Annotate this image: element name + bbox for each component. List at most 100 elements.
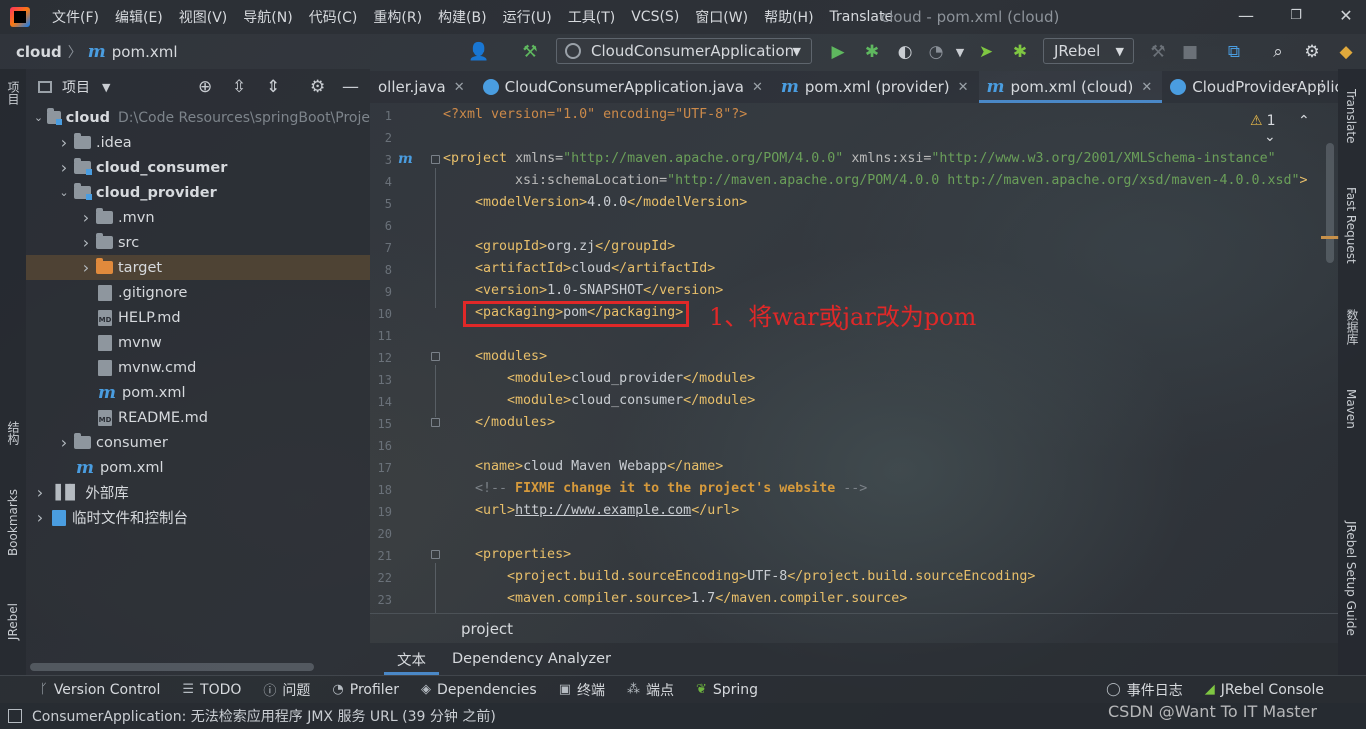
- close-tab-icon[interactable]: ✕: [454, 80, 465, 95]
- left-strip-structure[interactable]: 结构: [5, 421, 22, 445]
- menu-refactor[interactable]: 重构(R): [365, 7, 430, 27]
- minimize-icon[interactable]: —: [1236, 6, 1256, 25]
- tab-pom-provider[interactable]: m pom.xml (provider) ✕: [773, 71, 979, 103]
- terminal-button[interactable]: ▣ 终端: [549, 680, 617, 700]
- fold-marker-icon[interactable]: [431, 550, 440, 559]
- more-run-chevron-icon[interactable]: ▼: [950, 46, 970, 59]
- menu-navigate[interactable]: 导航(N): [235, 7, 300, 27]
- tab-pom-cloud[interactable]: m pom.xml (cloud) ✕: [978, 71, 1163, 103]
- tree-item[interactable]: › .mvn: [26, 205, 370, 230]
- debug-icon[interactable]: ✱: [862, 42, 882, 62]
- menu-vcs[interactable]: VCS(S): [623, 9, 687, 25]
- code-editor[interactable]: 1 2 3 4 5 6 7 8 9 10 11 12 13 14 15 16 17 18 19 20 21 22 23 m …: [370, 103, 1339, 613]
- tree-item[interactable]: m pom.xml: [26, 455, 370, 480]
- right-strip-database[interactable]: 数据库: [1344, 309, 1361, 345]
- tree-item[interactable]: MD README.md: [26, 405, 370, 430]
- tree-item[interactable]: .gitignore: [26, 280, 370, 305]
- expand-all-icon[interactable]: ⇳: [232, 77, 246, 97]
- status-message[interactable]: ConsumerApplication: 无法检索应用程序 JMX 服务 URL…: [32, 706, 496, 726]
- nav-file-crumb[interactable]: pom.xml: [112, 43, 178, 61]
- right-strip-fast-request[interactable]: Fast Request: [1344, 187, 1358, 264]
- jrebel-run-icon[interactable]: ➤: [976, 42, 996, 62]
- breadcrumb-project[interactable]: project: [461, 620, 513, 638]
- left-strip-project[interactable]: 项目: [5, 81, 22, 105]
- chevron-right-icon[interactable]: ›: [56, 433, 72, 452]
- status-square-icon[interactable]: [8, 709, 22, 723]
- tree-item[interactable]: m pom.xml: [26, 380, 370, 405]
- right-strip-jrebel-guide[interactable]: JRebel Setup Guide: [1344, 521, 1358, 636]
- fold-marker-icon[interactable]: [431, 155, 440, 164]
- run-config-select[interactable]: CloudConsumerApplication ▼: [556, 38, 812, 64]
- right-strip-translate[interactable]: Translate: [1344, 89, 1358, 144]
- chevron-right-icon[interactable]: ›: [32, 483, 48, 502]
- maven-gutter-icon[interactable]: m: [398, 151, 413, 167]
- tab-dependency-analyzer[interactable]: Dependency Analyzer: [439, 643, 624, 675]
- tree-item[interactable]: › cloud_consumer: [26, 155, 370, 180]
- run-icon[interactable]: ▶: [828, 42, 848, 62]
- coverage-icon[interactable]: ◐: [895, 42, 915, 62]
- locate-crosshair-icon[interactable]: ⊕: [198, 77, 212, 97]
- left-strip-jrebel[interactable]: JRebel: [6, 603, 20, 640]
- chevron-right-icon[interactable]: ›: [78, 233, 94, 252]
- profiler-button[interactable]: ◔ Profiler: [322, 682, 411, 698]
- chevron-right-icon[interactable]: ›: [56, 158, 72, 177]
- spring-button[interactable]: ❦ Spring: [686, 682, 770, 698]
- tabs-chevron-down-icon[interactable]: ⌄: [1285, 77, 1298, 95]
- event-log-button[interactable]: ◯ 事件日志: [1096, 680, 1195, 700]
- more-vertical-icon[interactable]: ⋮: [1315, 77, 1330, 95]
- todo-button[interactable]: ☰ TODO: [172, 682, 253, 698]
- fold-marker-icon[interactable]: [431, 352, 440, 361]
- jrebel-select[interactable]: JRebel ▼: [1043, 38, 1134, 64]
- tab-cloud-provider-application[interactable]: CloudProviderApplicati: [1162, 71, 1338, 103]
- tree-item[interactable]: mvnw: [26, 330, 370, 355]
- chevron-right-icon[interactable]: ›: [78, 258, 94, 277]
- tree-item[interactable]: MD HELP.md: [26, 305, 370, 330]
- version-control-button[interactable]: ᚴ Version Control: [30, 682, 172, 698]
- menu-run[interactable]: 运行(U): [495, 7, 560, 27]
- menu-file[interactable]: 文件(F): [44, 7, 107, 27]
- profile-icon[interactable]: ◔: [926, 42, 946, 62]
- menu-build[interactable]: 构建(B): [430, 7, 495, 27]
- project-panel-title[interactable]: 项目: [62, 77, 90, 97]
- example-url-link[interactable]: http://www.example.com: [515, 503, 691, 518]
- tree-item[interactable]: › src: [26, 230, 370, 255]
- search-icon[interactable]: ⌕: [1268, 42, 1288, 62]
- close-tab-icon[interactable]: ✕: [958, 80, 969, 95]
- tree-item[interactable]: › .idea: [26, 130, 370, 155]
- restore-icon[interactable]: ❐: [1286, 8, 1306, 23]
- tree-item[interactable]: mvnw.cmd: [26, 355, 370, 380]
- collapse-all-icon[interactable]: ⇕: [266, 77, 280, 97]
- chevron-down-icon[interactable]: ⌄: [1264, 129, 1276, 145]
- build-hammer-icon[interactable]: ⚒: [520, 42, 540, 62]
- fold-marker-icon[interactable]: [431, 418, 440, 427]
- tree-item[interactable]: › target: [26, 255, 370, 280]
- plugin-icon[interactable]: ◆: [1336, 42, 1356, 62]
- inspection-widget[interactable]: ⚠ 1 ⌃ ⌄: [1250, 113, 1338, 145]
- chevron-down-icon[interactable]: ▼: [102, 81, 110, 94]
- endpoints-button[interactable]: ⁂ 端点: [617, 680, 686, 700]
- chevron-right-icon[interactable]: ›: [56, 133, 72, 152]
- chevron-up-icon[interactable]: ⌃: [1298, 113, 1310, 129]
- tab-cloud-consumer-application[interactable]: CloudConsumerApplication.java ✕: [475, 71, 773, 103]
- menu-window[interactable]: 窗口(W): [687, 7, 756, 27]
- jrebel-console-button[interactable]: ◢ JRebel Console: [1195, 682, 1336, 698]
- left-strip-bookmarks[interactable]: Bookmarks: [6, 489, 20, 556]
- hide-panel-icon[interactable]: —: [342, 77, 359, 97]
- nav-project-crumb[interactable]: cloud: [16, 43, 62, 61]
- chevron-right-icon[interactable]: ›: [32, 508, 48, 527]
- chevron-down-icon[interactable]: ⌄: [32, 111, 45, 124]
- close-tab-icon[interactable]: ✕: [1141, 80, 1152, 95]
- chevron-down-icon[interactable]: ⌄: [56, 186, 72, 199]
- tree-item[interactable]: ⌄ cloud_provider: [26, 180, 370, 205]
- menu-edit[interactable]: 编辑(E): [107, 7, 171, 27]
- tree-item[interactable]: › consumer: [26, 430, 370, 455]
- close-tab-icon[interactable]: ✕: [752, 80, 763, 95]
- tab-text[interactable]: 文本: [384, 643, 439, 675]
- menu-help[interactable]: 帮助(H): [756, 7, 821, 27]
- problems-button[interactable]: ⓘ 问题: [253, 680, 322, 700]
- horizontal-scrollbar[interactable]: [30, 663, 314, 671]
- settings-gear-icon[interactable]: ⚙: [1302, 42, 1322, 62]
- tree-item[interactable]: › 临时文件和控制台: [26, 505, 370, 530]
- vertical-scrollbar[interactable]: [1326, 143, 1334, 263]
- menu-view[interactable]: 视图(V): [171, 7, 236, 27]
